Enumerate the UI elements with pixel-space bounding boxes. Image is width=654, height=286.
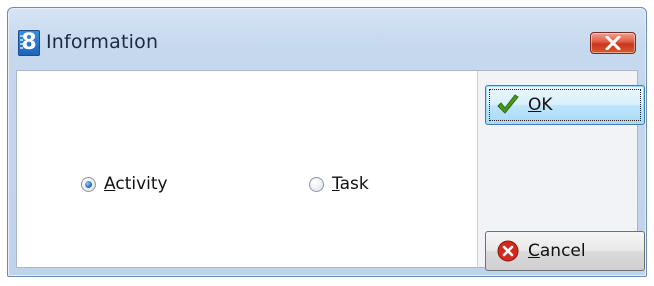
cancel-x-icon xyxy=(497,240,519,262)
title-bar[interactable]: 8 Information xyxy=(8,8,646,68)
ok-button[interactable]: OK xyxy=(485,85,645,125)
activity-radio-button[interactable] xyxy=(81,176,96,192)
task-radio-label[interactable]: Task xyxy=(332,174,369,194)
close-icon xyxy=(605,36,621,50)
dialog-body: Activity Task OK Cancel xyxy=(16,70,645,271)
close-button[interactable] xyxy=(590,32,636,54)
app-icon: 8 xyxy=(18,30,40,56)
app-icon-glyph: 8 xyxy=(21,30,37,55)
cancel-button[interactable]: Cancel xyxy=(485,231,645,271)
task-radio-option[interactable]: Task xyxy=(309,174,369,194)
type-selection-panel: Activity Task xyxy=(17,71,478,267)
cancel-button-label: Cancel xyxy=(528,241,586,261)
activity-radio-option[interactable]: Activity xyxy=(81,174,168,194)
task-radio-button[interactable] xyxy=(309,176,324,192)
window-title: Information xyxy=(46,31,159,53)
dialog-window: 8 Information Activity Task OK Cancel xyxy=(7,7,647,277)
ok-button-label: OK xyxy=(528,95,553,115)
checkmark-icon xyxy=(497,94,519,114)
activity-radio-label[interactable]: Activity xyxy=(104,174,168,194)
